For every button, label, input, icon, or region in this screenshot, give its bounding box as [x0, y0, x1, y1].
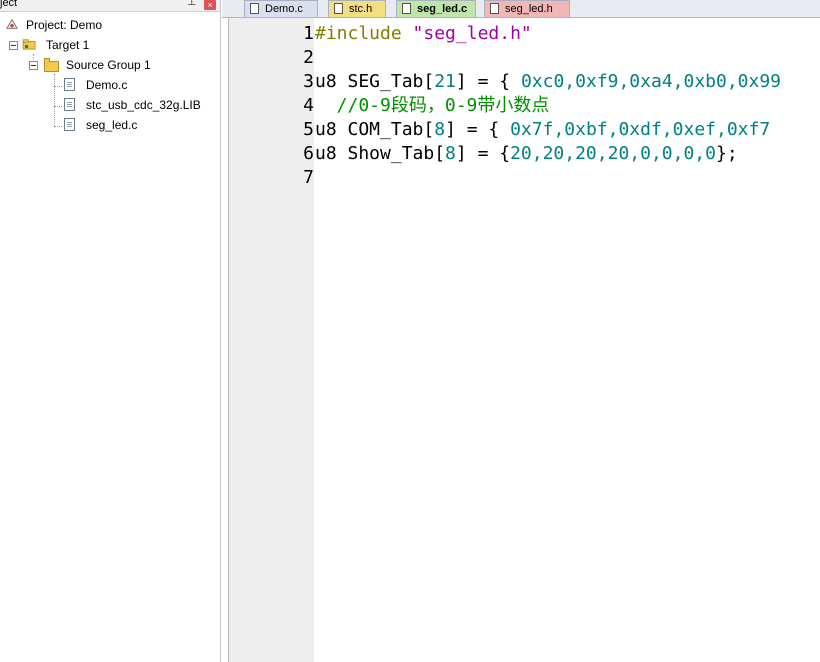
code-text: u8 Show_Tab[	[315, 143, 446, 164]
line-number: 7	[303, 167, 314, 188]
code-text: u8 SEG_Tab[	[315, 71, 435, 92]
code-line[interactable]: u8 SEG_Tab[21] = { 0xc0,0xf9,0xa4,0xb0,0…	[315, 70, 781, 94]
tree-label: seg_led.c	[86, 118, 138, 132]
number-literals: 20,20,20,20,0,0,0,0	[510, 143, 716, 164]
code-line[interactable]: u8 Show_Tab[8] = {20,20,20,20,0,0,0,0};	[315, 142, 738, 166]
tab-label: stc.h	[349, 3, 373, 15]
code-editor[interactable]: 1 2 3 4 5 6 7 #include "seg_led.h" u8 SE…	[228, 18, 820, 662]
tree-label: stc_usb_cdc_32g.LIB	[86, 98, 201, 112]
line-number-gutter: 1 2 3 4 5 6 7	[229, 18, 314, 662]
preprocessor-directive: #include	[315, 23, 402, 44]
collapse-icon[interactable]	[9, 41, 18, 50]
collapse-icon[interactable]	[29, 61, 38, 70]
file-icon	[334, 3, 343, 14]
project-panel: ject ⊥ × Project: Demo Target 1 Source G…	[0, 0, 221, 662]
tree-item-file[interactable]: stc_usb_cdc_32g.LIB	[0, 96, 218, 114]
tree-label: Target 1	[46, 38, 90, 52]
close-icon[interactable]: ×	[204, 0, 216, 10]
tree-label: Project: Demo	[26, 18, 103, 32]
line-number: 6	[303, 143, 314, 164]
number-literal: 8	[434, 119, 446, 140]
number-literals: 0xc0,0xf9,0xa4,0xb0,0x99	[520, 71, 782, 92]
folder-open-icon	[44, 58, 59, 72]
pin-icon[interactable]: ⊥	[187, 0, 197, 8]
tab-label: seg_led.h	[505, 3, 553, 15]
tree-item-target[interactable]: Target 1	[0, 36, 218, 54]
code-line[interactable]: #include "seg_led.h"	[315, 22, 532, 46]
tab-label: seg_led.c	[417, 3, 468, 15]
number-literal: 21	[434, 71, 456, 92]
string-literal: "seg_led.h"	[412, 23, 532, 44]
file-icon	[250, 3, 259, 14]
number-literal: 8	[445, 143, 456, 164]
line-number: 4	[303, 95, 314, 116]
line-number: 3	[303, 71, 314, 92]
code-line[interactable]: u8 COM_Tab[8] = { 0x7f,0xbf,0xdf,0xef,0x…	[315, 118, 770, 142]
tree-label: Source Group 1	[66, 58, 151, 72]
code-text: ] = {	[455, 71, 521, 92]
tab-demo-c[interactable]: Demo.c	[244, 0, 318, 17]
number-literals: 0x7f,0xbf,0xdf,0xef,0xf7	[510, 119, 771, 140]
comment: //0-9段码，0-9带小数点	[315, 95, 550, 116]
tree-label: Demo.c	[86, 78, 128, 92]
target-folder-icon	[22, 39, 36, 50]
file-icon	[64, 118, 75, 131]
line-number: 2	[303, 47, 314, 68]
code-text: ] = {	[445, 119, 511, 140]
file-icon	[402, 3, 411, 14]
tree-item-file[interactable]: seg_led.c	[0, 116, 218, 134]
code-text: };	[715, 143, 738, 164]
project-icon	[6, 18, 18, 29]
tab-stc-h[interactable]: stc.h	[328, 0, 386, 17]
code-text: ] = {	[455, 143, 511, 164]
panel-title: ject	[0, 0, 18, 9]
line-number: 5	[303, 119, 314, 140]
project-panel-header: ject ⊥ ×	[0, 0, 220, 12]
tab-label: Demo.c	[265, 3, 303, 15]
tree-item-project[interactable]: Project: Demo	[0, 16, 218, 34]
line-number: 1	[303, 23, 314, 44]
tree-item-source-group[interactable]: Source Group 1	[0, 56, 218, 74]
code-line[interactable]: //0-9段码，0-9带小数点	[315, 94, 550, 118]
tree-item-file[interactable]: Demo.c	[0, 76, 218, 94]
editor-tab-bar: Demo.c stc.h seg_led.c seg_led.h	[222, 0, 820, 18]
code-text: u8 COM_Tab[	[315, 119, 435, 140]
tab-seg-led-h[interactable]: seg_led.h	[484, 0, 570, 17]
file-icon	[490, 3, 499, 14]
file-icon	[64, 78, 75, 91]
file-icon	[64, 98, 75, 111]
tab-seg-led-c[interactable]: seg_led.c	[396, 0, 476, 17]
